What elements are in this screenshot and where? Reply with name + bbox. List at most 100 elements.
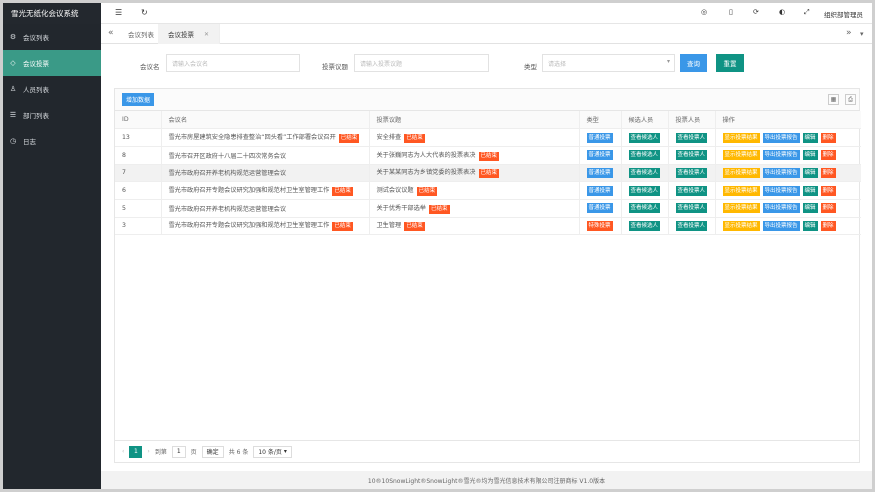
col-candidates: 候选人员 xyxy=(620,111,668,130)
export-report-button[interactable]: 导出投票报告 xyxy=(762,150,800,161)
page-current[interactable]: 1 xyxy=(129,445,143,458)
cell-type: 普通投票 xyxy=(578,181,621,200)
per-page-select[interactable]: 10 条/页 ▾ xyxy=(253,445,292,458)
type-select[interactable]: 请选择 ▾ xyxy=(542,54,675,72)
show-result-button[interactable]: 显示投票结果 xyxy=(722,185,760,196)
close-icon[interactable]: ✕ xyxy=(204,31,209,38)
view-candidates-button[interactable]: 查看候选人 xyxy=(628,150,661,161)
status-badge: 已结束 xyxy=(332,222,353,232)
edit-button[interactable]: 编辑 xyxy=(802,167,818,178)
globe-icon[interactable]: ◎ xyxy=(701,8,707,16)
fullscreen-icon[interactable]: ⤢ xyxy=(804,8,810,17)
mobile-icon[interactable]: ▯ xyxy=(729,8,733,16)
delete-button[interactable]: 删除 xyxy=(820,203,836,214)
show-result-button[interactable]: 显示投票结果 xyxy=(722,220,760,231)
search-button[interactable]: 查询 xyxy=(680,54,707,72)
cell-id: 3 xyxy=(115,217,161,236)
cell-topic: 安全排查 已结束 xyxy=(368,128,579,147)
chevron-down-icon[interactable]: ▾ xyxy=(860,30,864,38)
delete-button[interactable]: 删除 xyxy=(820,185,836,196)
sidebar-item-1[interactable]: ◇ 会议投票 xyxy=(3,50,101,76)
sidebar-item-0[interactable]: ⚙ 会议列表 xyxy=(3,24,101,50)
menu-toggle-icon[interactable]: ☰ xyxy=(115,8,122,17)
meeting-name-input[interactable]: 请输入会议名 xyxy=(166,54,300,72)
cell-actions: 显示投票结果 导出投票报告 编辑 删除 xyxy=(714,146,861,165)
export-report-button[interactable]: 导出投票报告 xyxy=(762,203,800,214)
delete-button[interactable]: 删除 xyxy=(820,167,836,178)
show-result-button[interactable]: 显示投票结果 xyxy=(722,167,760,178)
col-voters: 投票人员 xyxy=(667,111,715,130)
next-page-icon[interactable]: › xyxy=(147,448,149,455)
delete-button[interactable]: 删除 xyxy=(820,150,836,161)
tab-meeting-vote[interactable]: 会议投票 ✕ xyxy=(158,24,221,44)
tabs-right-icon[interactable]: » xyxy=(846,28,852,38)
edit-button[interactable]: 编辑 xyxy=(802,203,818,214)
view-voters-button[interactable]: 查看投票人 xyxy=(675,185,708,196)
export-report-button[interactable]: 导出投票报告 xyxy=(762,220,800,231)
list-icon: ☰ xyxy=(9,111,17,119)
edit-button[interactable]: 编辑 xyxy=(802,150,818,161)
cell-topic: 测试会议议题 已结束 xyxy=(368,181,579,200)
sidebar-item-4[interactable]: ◷ 日志 xyxy=(3,128,101,154)
view-candidates-button[interactable]: 查看候选人 xyxy=(628,203,661,214)
view-candidates-button[interactable]: 查看候选人 xyxy=(628,185,661,196)
view-voters-button[interactable]: 查看投票人 xyxy=(675,132,708,143)
goto-confirm-button[interactable]: 确定 xyxy=(201,445,224,458)
sidebar-item-label: 日志 xyxy=(23,138,36,146)
view-voters-button[interactable]: 查看投票人 xyxy=(675,220,708,231)
tab-label: 会议列表 xyxy=(128,31,154,39)
theme-icon[interactable]: ◐ xyxy=(779,8,785,16)
prev-page-icon[interactable]: ‹ xyxy=(122,448,124,455)
print-icon[interactable]: ⎙ xyxy=(845,94,856,105)
view-candidates-button[interactable]: 查看候选人 xyxy=(628,132,661,143)
delete-button[interactable]: 删除 xyxy=(820,132,836,143)
view-voters-button[interactable]: 查看投票人 xyxy=(675,203,708,214)
table-row[interactable]: 7 雪光市政府召开养老机构规范运营管理会议 关于某某同志为乡镇党委的投票表决 已结束普… xyxy=(115,164,861,183)
view-voters-button[interactable]: 查看投票人 xyxy=(675,167,708,178)
table-row[interactable]: 3 雪光市政府召开专题会议研究加强和规范村卫生室管理工作 已结束 卫生管理 已结束 特殊投… xyxy=(115,217,861,236)
col-meeting: 会议名 xyxy=(160,111,369,130)
edit-button[interactable]: 编辑 xyxy=(802,185,818,196)
view-candidates-button[interactable]: 查看候选人 xyxy=(628,220,661,231)
view-voters-button[interactable]: 查看投票人 xyxy=(675,150,708,161)
show-result-button[interactable]: 显示投票结果 xyxy=(722,150,760,161)
table-row[interactable]: 13 雪光市房屋建筑安全隐患排查整治“回头看”工作部署会议召开 已结束 安全排查 已结束… xyxy=(115,128,861,147)
export-report-button[interactable]: 导出投票报告 xyxy=(762,167,800,178)
cell-id: 6 xyxy=(115,181,161,200)
cell-meeting: 雪光市政府召开养老机构规范运营管理会议 xyxy=(160,164,369,183)
tab-label: 会议投票 xyxy=(168,31,194,39)
show-result-button[interactable]: 显示投票结果 xyxy=(722,132,760,143)
sidebar-item-2[interactable]: ♙ 人员列表 xyxy=(3,76,101,102)
goto-page-input[interactable]: 1 xyxy=(171,445,186,458)
sidebar-item-3[interactable]: ☰ 部门列表 xyxy=(3,102,101,128)
show-result-button[interactable]: 显示投票结果 xyxy=(722,203,760,214)
cell-id: 13 xyxy=(115,128,161,147)
export-report-button[interactable]: 导出投票报告 xyxy=(762,185,800,196)
goto-suffix: 页 xyxy=(190,449,197,456)
columns-icon[interactable]: ▦ xyxy=(828,94,839,105)
cell-id: 8 xyxy=(115,146,161,165)
edit-button[interactable]: 编辑 xyxy=(802,132,818,143)
chevron-down-icon: ▾ xyxy=(283,448,287,455)
cell-actions: 显示投票结果 导出投票报告 编辑 删除 xyxy=(714,181,861,200)
edit-button[interactable]: 编辑 xyxy=(802,220,818,231)
refresh-icon[interactable]: ↻ xyxy=(141,8,148,17)
add-data-button[interactable]: 增加数据 xyxy=(122,93,155,106)
table-row[interactable]: 8 雪光市召开区政府十八届二十四次常务会议 关于张巍同志为人大代表的投票表决 已结束普… xyxy=(115,146,861,165)
current-user[interactable]: 组织部管理员 xyxy=(824,9,863,19)
cell-type: 普通投票 xyxy=(578,164,621,183)
link-icon[interactable]: ⟳ xyxy=(753,8,759,16)
cell-candidates: 查看候选人 xyxy=(620,181,668,200)
gear-icon: ⚙ xyxy=(9,33,17,41)
vote-topic: 测试会议议题 xyxy=(376,187,414,195)
view-candidates-button[interactable]: 查看候选人 xyxy=(628,167,661,178)
table-row[interactable]: 5 雪光市政府召开养老机构规范运营管理会议 关于优秀干部选举 已结束 普通投票 查看候选人… xyxy=(115,199,861,218)
vote-topic-input[interactable]: 请输入投票议题 xyxy=(354,54,489,72)
reset-button[interactable]: 重置 xyxy=(716,54,744,72)
export-report-button[interactable]: 导出投票报告 xyxy=(762,132,800,143)
cell-candidates: 查看候选人 xyxy=(620,199,668,218)
delete-button[interactable]: 删除 xyxy=(820,220,836,231)
table-row[interactable]: 6 雪光市政府召开专题会议研究加强和规范村卫生室管理工作 已结束 测试会议议题 已结束普… xyxy=(115,181,861,200)
vote-table: ID 会议名 投票议题 类型 候选人员 投票人员 操作 13 雪光市房屋建筑安全隐… xyxy=(115,111,861,236)
tabs-left-icon[interactable]: « xyxy=(108,28,114,38)
